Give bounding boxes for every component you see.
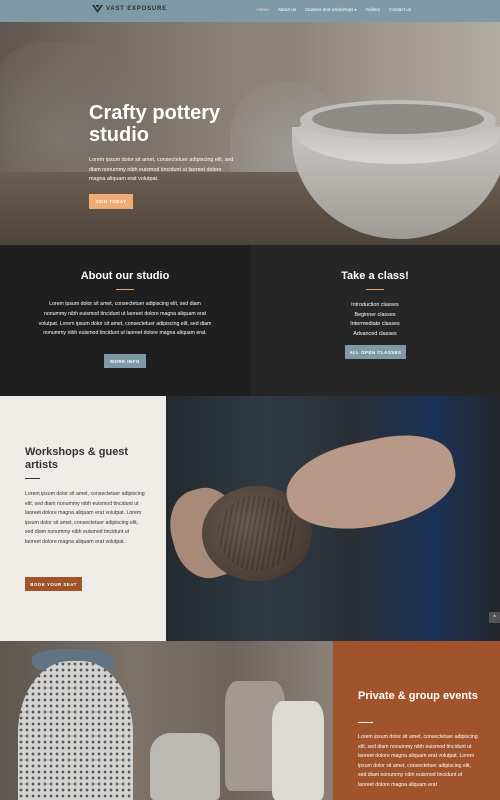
private-events-section: Private & group events Lorem ipsum dolor… bbox=[333, 641, 500, 800]
pottery-vase-photo bbox=[0, 641, 333, 800]
hero-bowl-inside bbox=[312, 104, 484, 134]
logo[interactable]: VAST EXPOSURE bbox=[92, 5, 167, 13]
hero-description: Lorem ipsum dolor sit amet, consectetuer… bbox=[89, 157, 234, 183]
white-cup bbox=[272, 701, 324, 800]
hero-title-line-1: Crafty pottery bbox=[89, 102, 221, 124]
private-events-title: Private & group events bbox=[358, 690, 478, 702]
about-description: Lorem ipsum dolor sit amet, consectetuer… bbox=[38, 301, 212, 337]
classes-divider bbox=[366, 289, 384, 290]
join-today-button[interactable]: JOIN TODAY bbox=[89, 194, 133, 209]
book-your-seat-button[interactable]: BOOK YOUR SEAT bbox=[25, 577, 82, 591]
private-events-divider bbox=[358, 722, 373, 723]
teapot bbox=[150, 733, 220, 800]
classes-section: Take a class! Introduction classes Begin… bbox=[250, 245, 500, 396]
dotted-vase bbox=[18, 661, 133, 800]
main-menu: Home About us Classes and workshops▾ Gal… bbox=[257, 7, 411, 12]
workshops-section: Workshops & guest artists Lorem ipsum do… bbox=[0, 396, 166, 641]
class-list: Introduction classes Beginner classes In… bbox=[250, 301, 500, 339]
chevron-down-icon: ▾ bbox=[354, 7, 357, 12]
logo-text: VAST EXPOSURE bbox=[106, 6, 167, 12]
about-section: About our studio Lorem ipsum dolor sit a… bbox=[0, 245, 250, 396]
class-item-beginner[interactable]: Beginner classes bbox=[250, 311, 500, 321]
nav-item-home[interactable]: Home bbox=[257, 7, 269, 12]
class-item-advanced[interactable]: Advanced classes bbox=[250, 330, 500, 340]
all-open-classes-button[interactable]: ALL OPEN CLASSES bbox=[345, 345, 406, 359]
nav-item-gallery[interactable]: Gallery bbox=[365, 7, 380, 12]
logo-mark-icon bbox=[92, 5, 103, 13]
hero-title-line-2: studio bbox=[89, 124, 149, 146]
about-divider bbox=[116, 289, 134, 290]
clay-pot-texture bbox=[218, 496, 296, 571]
hero-section: Crafty pottery studio Lorem ipsum dolor … bbox=[0, 22, 500, 245]
hero-title: Crafty pottery studio bbox=[89, 102, 289, 146]
nav-item-classes-and-workshops[interactable]: Classes and workshops▾ bbox=[305, 7, 357, 12]
private-events-description: Lorem ipsum dolor sit amet, consectetuer… bbox=[358, 734, 478, 788]
top-nav: VAST EXPOSURE Home About us Classes and … bbox=[0, 0, 500, 22]
class-item-introduction[interactable]: Introduction classes bbox=[250, 301, 500, 311]
more-info-button[interactable]: MORE INFO bbox=[104, 354, 146, 368]
nav-item-about-us[interactable]: About us bbox=[278, 7, 296, 12]
workshops-description: Lorem ipsum dolor sit amet, consectetuer… bbox=[25, 491, 145, 545]
scroll-to-top-icon[interactable]: ^ bbox=[489, 612, 500, 623]
class-item-intermediate[interactable]: Intermediate classes bbox=[250, 320, 500, 330]
workshops-title: Workshops & guest artists bbox=[25, 446, 129, 471]
hands-shaping-pot-photo bbox=[166, 396, 500, 641]
about-title: About our studio bbox=[80, 270, 170, 282]
workshops-divider bbox=[25, 478, 40, 479]
classes-title: Take a class! bbox=[341, 270, 409, 282]
nav-item-classes-label: Classes and workshops bbox=[304, 7, 354, 12]
nav-item-contact-us[interactable]: Contact us bbox=[389, 7, 411, 12]
